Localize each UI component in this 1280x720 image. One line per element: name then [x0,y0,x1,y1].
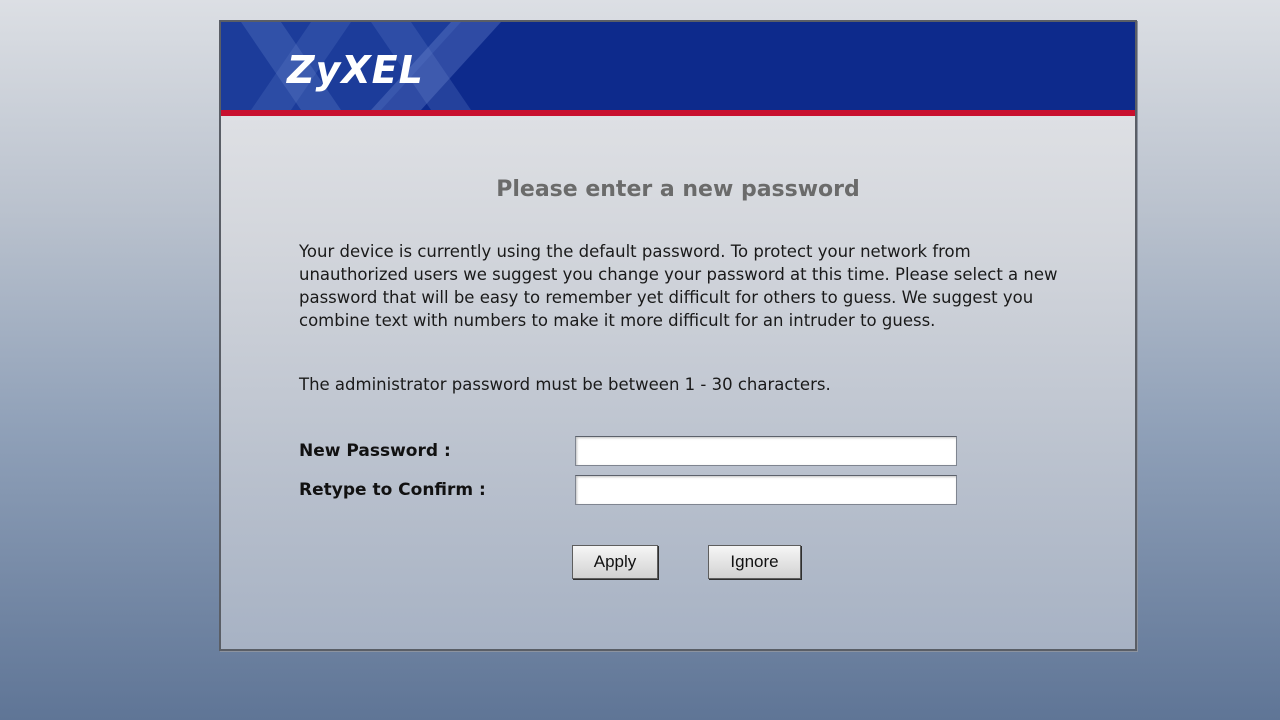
confirm-password-field[interactable] [575,475,957,505]
ignore-button[interactable]: Ignore [708,545,801,579]
page-title: Please enter a new password [496,177,860,202]
confirm-password-label: Retype to Confirm : [299,480,486,500]
header-accent-bar [221,110,1135,116]
zyxel-logo: ZyXEL [287,48,424,92]
password-dialog: ZyXEL Please enter a new password Your d… [219,20,1137,651]
password-rule-text: The administrator password must be betwe… [299,375,831,394]
new-password-label: New Password : [299,441,451,461]
apply-button[interactable]: Apply [572,545,658,579]
new-password-field[interactable] [575,436,957,466]
header-banner: ZyXEL [221,22,1135,110]
intro-text: Your device is currently using the defau… [299,242,1058,330]
